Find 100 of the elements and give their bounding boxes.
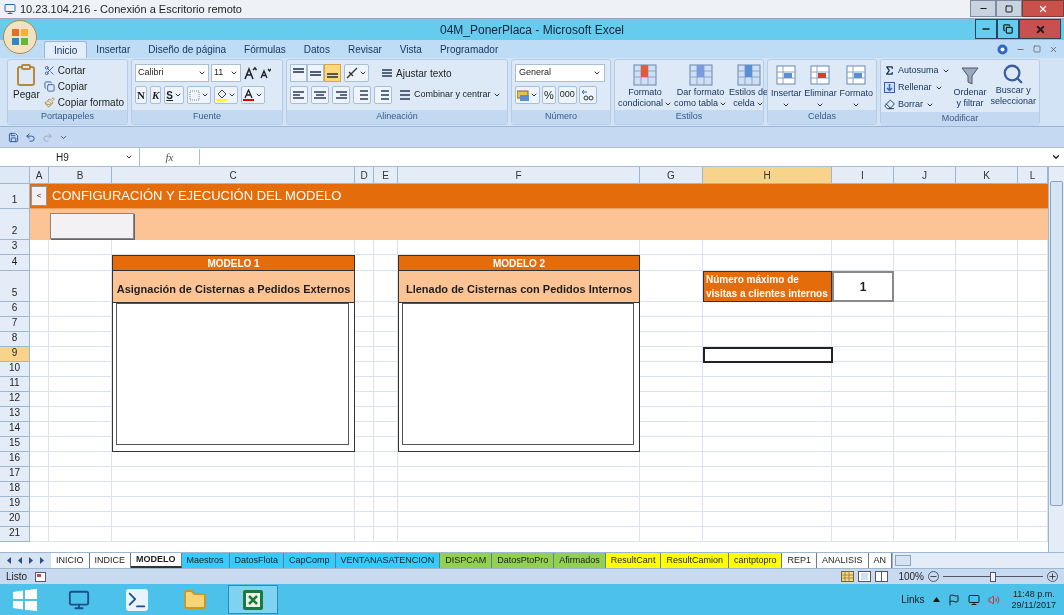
column-header[interactable]: K xyxy=(956,167,1018,184)
fill-button[interactable]: Rellenar xyxy=(884,80,950,95)
row-header[interactable]: 16 xyxy=(0,452,30,467)
row-header[interactable]: 6 xyxy=(0,302,30,317)
model-header: MODELO 2 xyxy=(398,255,640,271)
ribbon-tab[interactable]: Revisar xyxy=(338,41,391,58)
sheet-tab[interactable]: INICIO xyxy=(51,553,90,568)
column-header[interactable]: J xyxy=(894,167,956,184)
row-header[interactable]: 13 xyxy=(0,407,30,422)
row-header[interactable]: 21 xyxy=(0,527,30,542)
zoom-reading: 100% xyxy=(898,570,924,584)
sheet-tab[interactable]: Afirmados xyxy=(554,553,606,568)
percent-button[interactable]: % xyxy=(542,86,556,104)
sheet-tab[interactable]: ANALISIS xyxy=(816,553,869,568)
cells-button[interactable]: Eliminar xyxy=(804,63,837,110)
styles-button[interactable]: Estilos de celda xyxy=(729,63,769,110)
sheet-tab[interactable]: DatosPtoPro xyxy=(492,553,555,568)
row-header[interactable]: 2 xyxy=(0,209,30,240)
column-header[interactable]: A xyxy=(30,167,49,184)
column-header[interactable]: E xyxy=(374,167,398,184)
row-header[interactable]: 4 xyxy=(0,255,30,271)
sheet-title: CONFIGURACIÓN Y EJECUCIÓN DEL MODELO xyxy=(52,187,342,206)
sheet-tab[interactable]: CapComp xyxy=(284,553,336,568)
sort-filter-button[interactable]: Ordenar y filtrar xyxy=(953,63,987,112)
format-painter-button[interactable]: Copiar formato xyxy=(43,95,124,110)
sheet-tab[interactable]: VENTANASATENCION xyxy=(335,553,441,568)
sheet-tab[interactable]: DatosFlota xyxy=(229,553,285,568)
column-header[interactable]: C xyxy=(112,167,355,184)
row-header[interactable]: 20 xyxy=(0,512,30,527)
row-header[interactable]: 5 xyxy=(0,271,30,302)
underline-button[interactable]: S xyxy=(164,86,184,104)
window-title: 04M_PonerPlaca - Microsoft Excel xyxy=(439,21,625,39)
ribbon-tab[interactable]: Insertar xyxy=(87,41,140,58)
row-header[interactable]: 14 xyxy=(0,422,30,437)
ribbon-tab[interactable]: Programador xyxy=(430,41,508,58)
group-label: Alineación xyxy=(376,110,418,124)
clock[interactable]: 11:48 p.m. 29/11/2017 xyxy=(1011,588,1056,611)
italic-button[interactable]: K xyxy=(149,86,162,104)
clock-time: 11:48 p.m. xyxy=(1012,588,1055,600)
ribbon-tab[interactable]: Inicio xyxy=(44,41,88,58)
ribbon-tab[interactable]: Diseño de página xyxy=(139,41,236,58)
number-format-field[interactable]: General xyxy=(515,64,605,82)
sheet-tab[interactable]: MODELO xyxy=(131,553,182,568)
paste-button[interactable]: Pegar xyxy=(11,63,42,110)
parameter-value[interactable]: 1 xyxy=(832,271,894,302)
status-text: Listo xyxy=(6,570,28,584)
column-header[interactable]: B xyxy=(49,167,112,184)
ribbon-tab[interactable]: Fórmulas xyxy=(235,41,295,58)
model-header: MODELO 1 xyxy=(112,255,355,271)
links-toolbar[interactable]: Links xyxy=(901,592,925,607)
group-label: Celdas xyxy=(808,110,836,124)
row-header[interactable]: 3 xyxy=(0,240,30,255)
row-header[interactable]: 15 xyxy=(0,437,30,452)
ribbon-tab[interactable]: Vista xyxy=(390,41,431,58)
sheet-tab[interactable]: ResultCamion xyxy=(661,553,729,568)
font-name-field[interactable]: Calibri xyxy=(135,64,209,82)
row-header[interactable]: 11 xyxy=(0,377,30,392)
clock-date: 29/11/2017 xyxy=(1011,599,1056,611)
sheet-tab[interactable]: Maestros xyxy=(181,553,230,568)
sheet-tab[interactable]: cantptopro xyxy=(728,553,783,568)
styles-button[interactable]: Dar formato como tabla xyxy=(674,63,728,110)
function-button[interactable]: fx xyxy=(140,148,200,166)
model-title: Llenado de Cisternas con Pedidos Internos xyxy=(398,271,640,302)
column-header[interactable]: I xyxy=(832,167,894,184)
collapse-button[interactable]: < xyxy=(31,186,47,206)
copy-button[interactable]: Copiar xyxy=(43,79,124,94)
merge-center-button[interactable]: Combinar y centrar xyxy=(398,88,501,102)
cells-button[interactable]: Insertar xyxy=(771,63,802,110)
column-header[interactable]: G xyxy=(640,167,703,184)
sheet-tab[interactable]: REP1 xyxy=(782,553,817,568)
autosum-button[interactable]: Autosuma xyxy=(884,63,950,78)
sheet-tab[interactable]: AN xyxy=(868,553,892,568)
column-header[interactable]: H xyxy=(703,167,832,184)
column-header[interactable]: D xyxy=(355,167,374,184)
bold-button[interactable]: N xyxy=(135,86,147,104)
sheet-tab[interactable]: INDICE xyxy=(89,553,132,568)
cells-button[interactable]: Formato xyxy=(839,63,873,110)
group-label: Número xyxy=(545,110,577,124)
row-header[interactable]: 10 xyxy=(0,362,30,377)
clear-button[interactable]: Borrar xyxy=(884,97,950,112)
cut-button[interactable]: Cortar xyxy=(43,63,124,78)
row-header[interactable]: 9 xyxy=(0,347,30,362)
styles-button[interactable]: Formato condicional xyxy=(618,63,673,110)
ribbon-tab[interactable]: Datos xyxy=(294,41,339,58)
column-header[interactable]: F xyxy=(398,167,640,184)
thousands-button[interactable]: 000 xyxy=(557,86,577,104)
column-header[interactable]: L xyxy=(1018,167,1048,184)
row-header[interactable]: 19 xyxy=(0,497,30,512)
wrap-text-button[interactable]: Ajustar texto xyxy=(380,65,452,81)
sheet-tab[interactable]: DISPCAM xyxy=(440,553,493,568)
row-header[interactable]: 17 xyxy=(0,467,30,482)
name-box[interactable]: H9 xyxy=(0,148,140,166)
row-header[interactable]: 8 xyxy=(0,332,30,347)
row-header[interactable]: 12 xyxy=(0,392,30,407)
row-header[interactable]: 18 xyxy=(0,482,30,497)
find-select-button[interactable]: Buscar y seleccionar xyxy=(990,63,1037,112)
row-header[interactable]: 1 xyxy=(0,184,30,209)
row-header[interactable]: 7 xyxy=(0,317,30,332)
font-size-field[interactable]: 11 xyxy=(211,64,241,82)
sheet-tab[interactable]: ResultCant xyxy=(605,553,662,568)
